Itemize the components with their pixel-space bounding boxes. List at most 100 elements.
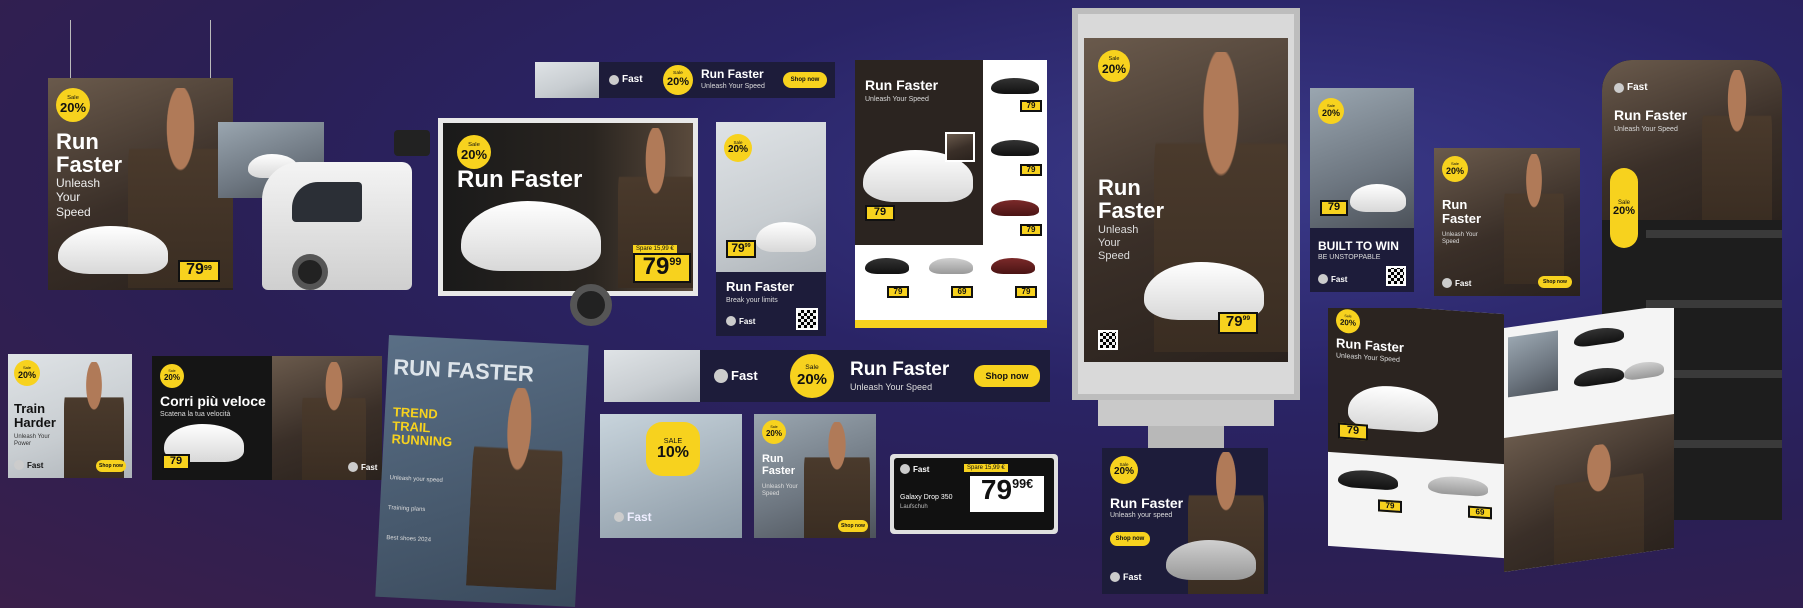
price-tag: 79 99 — [1218, 312, 1258, 334]
wide-banner: Fast Sale 20% Run Faster Unleash Your Spe… — [604, 350, 1050, 402]
sale-badge: Sale 20% — [457, 135, 491, 169]
brand-logo: Fast — [1318, 274, 1347, 284]
magazine-cover: RUN FASTER TREND TRAIL RUNNING Unleash y… — [375, 334, 589, 608]
price-tag: 79 — [162, 454, 190, 470]
shoe-image — [1338, 468, 1398, 491]
shop-now-button[interactable]: Shop now — [1110, 532, 1150, 546]
shelf-board — [1646, 230, 1782, 238]
truck-cab — [262, 162, 412, 290]
logo-icon — [614, 512, 624, 522]
hero-price: 79 — [865, 205, 895, 221]
poster-title: BUILT TO WIN — [1318, 239, 1399, 253]
hanging-wire-right — [210, 20, 211, 78]
brand-logo: Fast — [1110, 572, 1142, 582]
sale-badge: Sale 20% — [762, 420, 786, 444]
sale-badge: Sale 20% — [724, 134, 752, 162]
magazine-line: Training plans — [387, 505, 426, 514]
brand-logo: Fast — [14, 460, 43, 470]
totem-title: Run Faster — [1098, 175, 1165, 224]
product-price: 79 — [1378, 499, 1402, 514]
truck-window — [292, 182, 362, 222]
product-price: 79 — [1020, 224, 1042, 236]
brochure-right-page — [1504, 308, 1674, 572]
sale-badge: Sale 20% — [14, 360, 40, 386]
brand-logo: Fast — [1442, 278, 1471, 288]
shoe-image — [756, 222, 816, 252]
poster-title: Run Faster — [726, 279, 794, 294]
poster-left: Sale 20% Run Faster Unleash Your Speed 79… — [48, 78, 233, 290]
magazine-line: Best shoes 2024 — [386, 535, 432, 544]
totem-base — [1098, 400, 1274, 426]
shelf-label-screen: Fast Spare 15,99 € Galaxy Drop 350 Laufs… — [894, 458, 1054, 530]
open-brochure: Sale 20% Run Faster Unleash Your Speed 79… — [1328, 308, 1686, 576]
shop-now-button[interactable]: Shop now — [783, 72, 827, 88]
price-tag: 79 99 — [633, 253, 691, 283]
square-title: Run Faster — [1110, 495, 1184, 511]
product-price: 69 — [951, 286, 973, 298]
runner-photo — [1554, 438, 1644, 565]
italian-title: Corri più veloce — [160, 393, 266, 409]
shop-now-button[interactable]: Shop now — [838, 520, 868, 532]
catalog-subtitle: Unleash Your Speed — [865, 96, 929, 103]
poster-subtitle: Break your limits — [726, 297, 778, 304]
shoe-image — [461, 201, 601, 271]
brand-logo: Fast — [726, 316, 755, 326]
runner-thumb — [1508, 330, 1558, 398]
built-to-win-poster: Sale 20% 79 BUILT TO WIN BE UNSTOPPABLE F… — [1310, 88, 1414, 292]
shop-now-button[interactable]: Shop now — [1538, 276, 1572, 288]
catalog-page: Run Faster Unleash Your Speed 79 79 79 7… — [855, 60, 1047, 328]
run-faster-sit: Sale 20% Run Faster Unleash Your Speed Sh… — [754, 414, 876, 538]
mid-poster: Sale 20% 79 99 Run Faster Break your limit… — [716, 122, 826, 336]
magazine-headline: TREND TRAIL RUNNING — [391, 404, 453, 450]
shop-now-button[interactable]: Shop now — [974, 365, 1040, 387]
square-subtitle: Unleash your speed — [1110, 512, 1173, 519]
poster-title: Run Faster — [56, 129, 123, 178]
product-name: Galaxy Drop 350 — [900, 494, 953, 501]
run-faster-small: Sale 20% Run Faster Unleash Your Speed Fa… — [1434, 148, 1580, 296]
logo-icon — [348, 462, 358, 472]
truck-title: Run Faster — [457, 166, 583, 193]
qr-code — [1386, 266, 1406, 286]
runner-photo — [1702, 70, 1772, 220]
logo-icon — [900, 464, 910, 474]
sale-badge: Sale 20% — [1318, 98, 1344, 124]
shop-now-button[interactable]: Shop now — [96, 460, 126, 472]
shoe-image — [1624, 359, 1664, 382]
truck-ad: Sale 20% Run Faster Spare 15,99 € 79 99 — [443, 123, 693, 291]
sale-badge: Sale 20% — [790, 354, 834, 398]
product-price: 79 — [887, 286, 909, 298]
sale-badge: Sale 20% — [1098, 50, 1130, 82]
totem-frame: Sale 20% Run Faster Unleash Your Speed 79… — [1072, 8, 1300, 400]
price-save-label: Spare 15,99 € — [964, 464, 1008, 472]
brand-logo: Fast — [1614, 82, 1648, 93]
price-save-label: Spare 15,99 € — [633, 245, 677, 253]
shoe-image — [1574, 325, 1624, 349]
catalog-footer-bar — [855, 320, 1047, 328]
shoe-image — [865, 258, 909, 274]
logo-icon — [14, 460, 24, 470]
runner-thumb — [945, 132, 975, 162]
truck-rear-wheel — [570, 284, 612, 326]
totem-ad: Sale 20% Run Faster Unleash Your Speed 79… — [1084, 38, 1288, 362]
banner-title: Run Faster — [701, 67, 764, 81]
shoe-image — [991, 200, 1039, 216]
shelf-label: Fast Spare 15,99 € Galaxy Drop 350 Laufs… — [890, 454, 1058, 534]
shoe-image — [1574, 365, 1624, 389]
shelf-board — [1646, 300, 1782, 308]
sale-badge: Sale 20% — [1110, 456, 1138, 484]
brand-logo: Fast — [348, 462, 377, 472]
banner-subtitle: Unleash Your Speed — [850, 382, 933, 392]
brand-logo: Fast — [614, 510, 652, 524]
shoe-image — [1350, 184, 1406, 212]
brand-logo: Fast — [900, 464, 929, 474]
logo-icon — [1614, 82, 1624, 93]
banner-title: Run Faster — [850, 359, 950, 380]
magazine-title: RUN FASTER — [392, 354, 535, 387]
shelf-title: Run Faster — [1614, 107, 1688, 123]
price-tag: 79 — [1320, 200, 1348, 216]
shoe-image — [991, 78, 1039, 94]
product-price: 69 — [1468, 505, 1492, 520]
product-price: 79 — [1020, 100, 1042, 112]
logo-icon — [1318, 274, 1328, 284]
small-title: Run Faster — [1442, 197, 1482, 226]
